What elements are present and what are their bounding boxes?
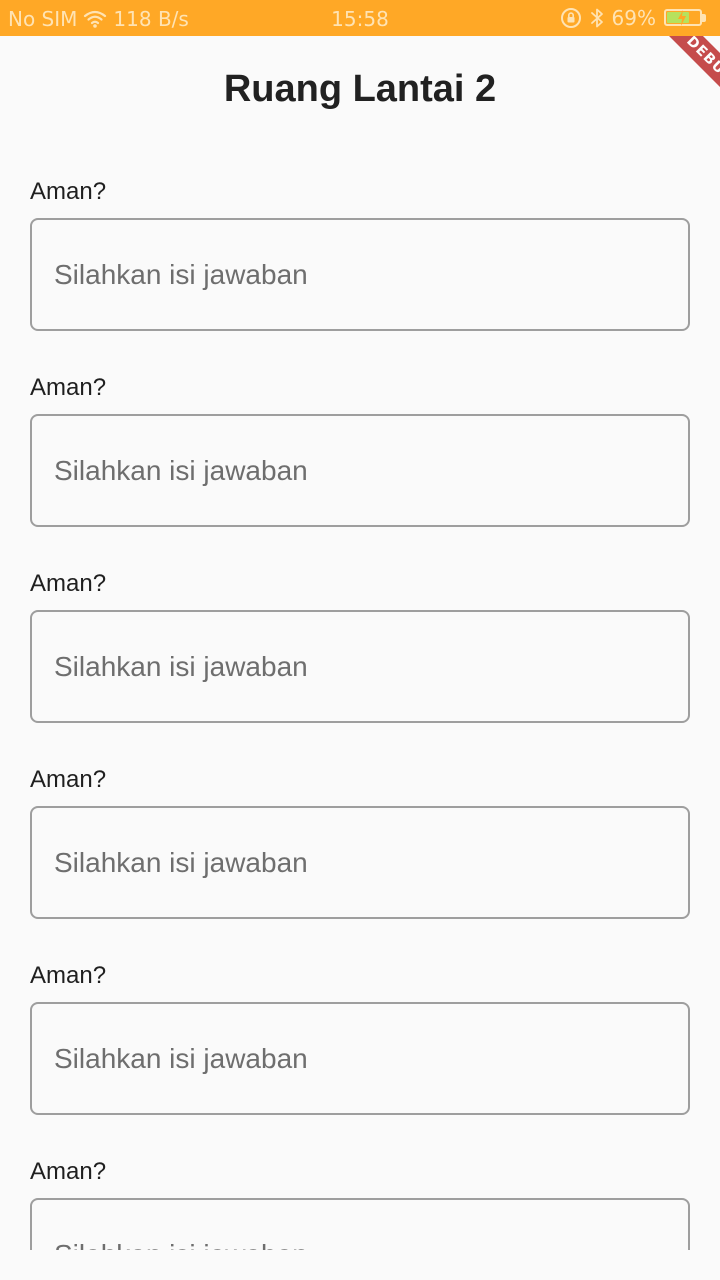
question-label: Aman? — [30, 570, 107, 597]
battery-percent: 69% — [611, 6, 656, 30]
bluetooth-icon — [590, 7, 604, 29]
answer-input[interactable] — [30, 218, 690, 331]
answer-input[interactable] — [30, 610, 690, 723]
answer-input[interactable] — [30, 806, 690, 919]
page-title: Ruang Lantai 2 — [223, 68, 497, 110]
answer-input[interactable] — [30, 414, 690, 527]
answer-input[interactable] — [30, 1198, 690, 1250]
question-label: Aman? — [30, 374, 107, 401]
rotation-lock-icon — [560, 7, 582, 29]
question-label: Aman? — [30, 1158, 107, 1185]
battery-icon — [664, 8, 708, 28]
status-right: 69% — [560, 6, 708, 30]
question-label: Aman? — [30, 178, 107, 205]
status-bar: No SIM 118 B/s 15:58 69% — [0, 0, 720, 36]
question-label: Aman? — [30, 766, 107, 793]
answer-input[interactable] — [30, 1002, 690, 1115]
question-label: Aman? — [30, 962, 107, 989]
question-list[interactable]: Aman? Aman? Aman? Aman? Aman? Aman? — [0, 160, 720, 1250]
